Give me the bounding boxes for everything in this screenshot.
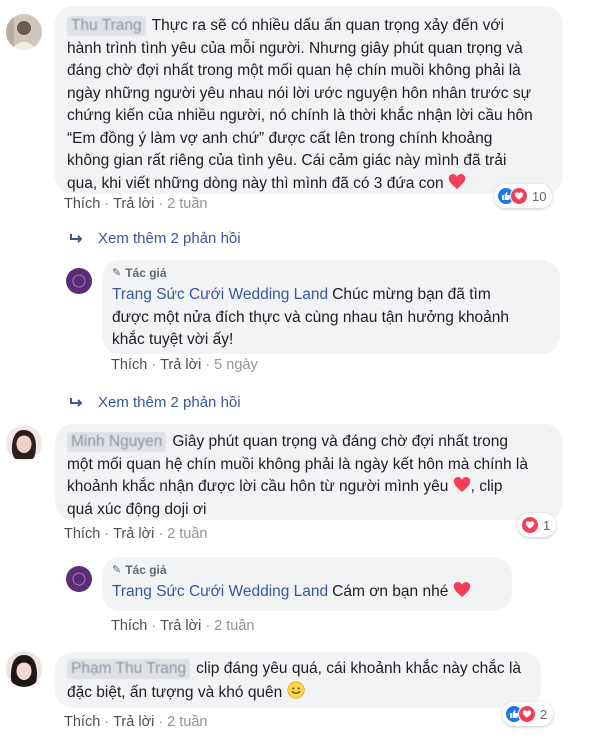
commenter-name[interactable]: Thu Trang xyxy=(67,16,146,36)
pencil-icon: ✎ xyxy=(112,563,122,576)
commenter-name[interactable]: Phạm Thu Trang xyxy=(67,659,191,679)
reaction-count: 10 xyxy=(532,188,547,204)
page-avatar[interactable] xyxy=(66,566,92,592)
author-badge: ✎ Tác giả xyxy=(112,264,550,282)
reply-link[interactable]: Trả lời xyxy=(160,618,201,634)
timestamp[interactable]: 2 tuần xyxy=(167,714,207,730)
heart-icon xyxy=(448,173,466,189)
avatar-photo xyxy=(6,425,42,461)
smile-emoji-icon xyxy=(287,680,305,699)
reply-link[interactable]: Trả lời xyxy=(113,196,154,212)
comment-bubble: Minh Nguyen Giây phút quan trọng và đáng … xyxy=(55,424,563,520)
timestamp[interactable]: 5 ngày xyxy=(214,357,258,373)
like-link[interactable]: Thích xyxy=(111,618,147,634)
timestamp[interactable]: 2 tuần xyxy=(167,196,207,212)
reply-bubble: ✎ Tác giả Trang Sức Cưới Wedding Land Chúc… xyxy=(102,260,560,354)
reaction-count: 2 xyxy=(540,706,548,722)
author-badge: ✎ Tác giả xyxy=(112,561,502,579)
reply-link[interactable]: Trả lời xyxy=(113,714,154,730)
timestamp[interactable]: 2 tuần xyxy=(167,526,207,542)
reply-actions: Thích · Trả lời · 2 tuần xyxy=(111,618,255,634)
reply-arrow-icon xyxy=(70,233,83,243)
comment-actions: Thích · Trả lời · 2 tuần xyxy=(64,196,208,212)
heart-icon xyxy=(453,582,470,597)
commenter-name[interactable]: Minh Nguyen xyxy=(67,432,167,452)
love-reaction-icon xyxy=(510,187,528,205)
comment-text: Thu Trang Thực ra sẽ có nhiều dấu ấn quan… xyxy=(67,16,533,192)
like-link[interactable]: Thích xyxy=(64,196,100,212)
heart-icon xyxy=(453,477,470,492)
page-name-link[interactable]: Trang Sức Cưới Wedding Land xyxy=(112,286,328,303)
reply-bubble: ✎ Tác giả Trang Sức Cưới Wedding Land Cám … xyxy=(102,557,512,611)
like-link[interactable]: Thích xyxy=(64,526,100,542)
reply-text: Trang Sức Cưới Wedding Land Cám ơn bạn nh… xyxy=(112,581,502,604)
avatar[interactable] xyxy=(6,14,42,50)
reaction-summary[interactable]: 10 xyxy=(494,184,553,208)
comment-text: Minh Nguyen Giây phút quan trọng và đáng … xyxy=(67,432,528,518)
reply-link[interactable]: Trả lời xyxy=(160,357,201,373)
timestamp[interactable]: 2 tuần xyxy=(214,618,254,634)
comment-actions: Thích · Trả lời · 2 tuần xyxy=(64,714,208,730)
reaction-summary[interactable]: 2 xyxy=(502,702,554,726)
love-reaction-icon xyxy=(518,705,536,723)
reaction-count: 1 xyxy=(543,517,551,533)
avatar[interactable] xyxy=(6,651,42,687)
like-link[interactable]: Thích xyxy=(111,357,147,373)
page-avatar[interactable] xyxy=(66,268,92,294)
love-reaction-icon xyxy=(521,516,539,534)
reply-link[interactable]: Trả lời xyxy=(113,526,154,542)
reply-arrow-icon xyxy=(70,397,83,407)
avatar-photo xyxy=(6,14,42,50)
view-more-replies[interactable]: Xem thêm 2 phản hồi xyxy=(70,230,241,247)
view-more-replies[interactable]: Xem thêm 2 phản hồi xyxy=(70,394,241,411)
comment-text: Phạm Thu Trang clip đáng yêu quá, cái kho… xyxy=(67,659,522,701)
reply-text: Trang Sức Cưới Wedding Land Chúc mừng bạn… xyxy=(112,286,510,348)
page-name-link[interactable]: Trang Sức Cưới Wedding Land xyxy=(112,583,328,600)
reaction-summary[interactable]: 1 xyxy=(518,513,557,537)
comment-bubble: Thu Trang Thực ra sẽ có nhiều dấu ấn quan… xyxy=(55,6,563,194)
comment-bubble: Phạm Thu Trang clip đáng yêu quá, cái kho… xyxy=(55,652,541,708)
avatar[interactable] xyxy=(6,425,42,461)
pencil-icon: ✎ xyxy=(112,266,122,279)
page-logo xyxy=(66,566,92,592)
avatar-photo xyxy=(6,651,42,687)
comment-actions: Thích · Trả lời · 2 tuần xyxy=(64,526,208,542)
page-logo xyxy=(66,268,92,294)
reply-actions: Thích · Trả lời · 5 ngày xyxy=(111,357,258,373)
like-link[interactable]: Thích xyxy=(64,714,100,730)
